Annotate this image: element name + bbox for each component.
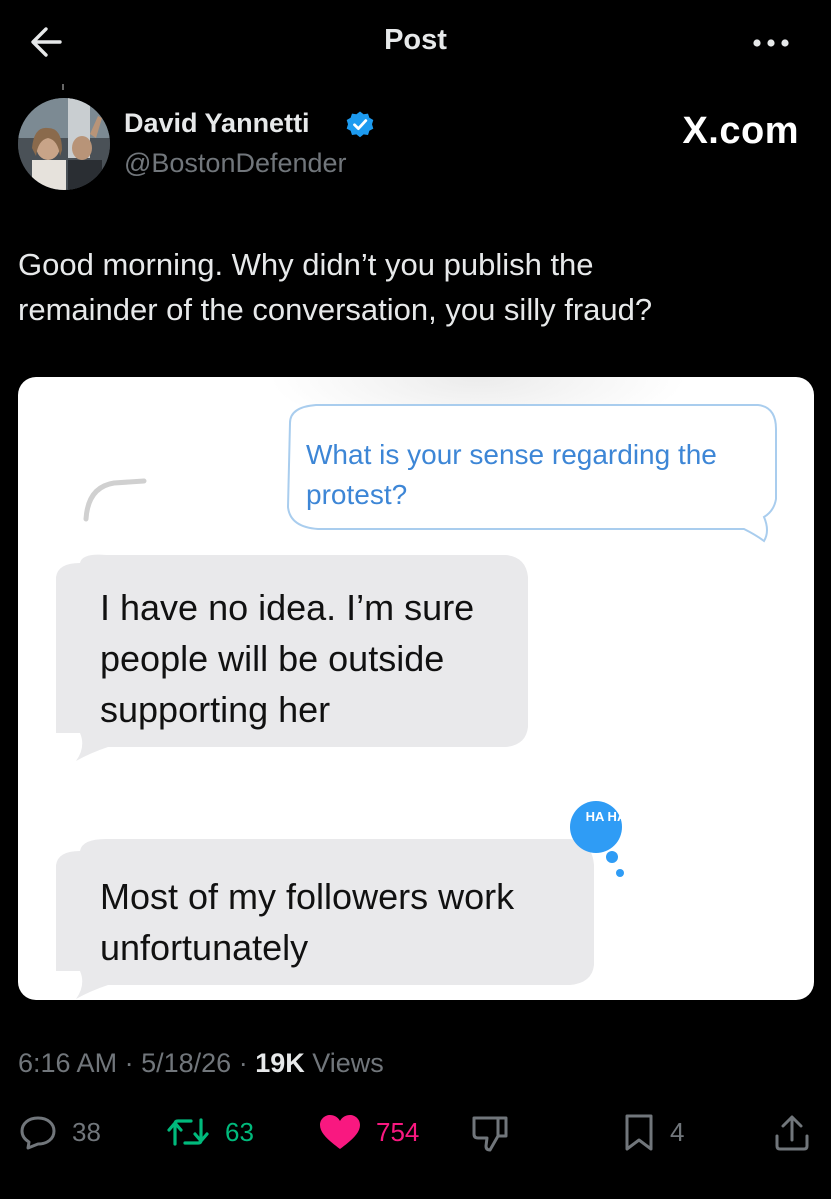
xcom-watermark: X.com [682, 110, 799, 152]
separator: · [238, 1048, 248, 1078]
haha-reaction-label: HA HA [585, 809, 627, 824]
retweet-button[interactable]: 63 [165, 1112, 254, 1152]
post-date: 5/18/26 [141, 1048, 232, 1078]
thread-dot [62, 84, 64, 90]
retweet-count: 63 [225, 1116, 254, 1147]
bubble-fragment [83, 478, 147, 522]
verified-badge-icon [346, 111, 374, 138]
bookmark-button[interactable]: 4 [622, 1112, 684, 1152]
thumbs-down-icon [472, 1116, 508, 1152]
views-count[interactable]: 19K [255, 1048, 305, 1078]
dislike-button[interactable] [470, 1112, 510, 1152]
reply-bubble-icon [20, 1116, 56, 1150]
separator: · [124, 1048, 134, 1078]
received-message-text: I have no idea. I’m sure people will be … [100, 587, 475, 730]
author-name[interactable]: David Yannetti [124, 108, 310, 139]
reply-button[interactable]: 38 [18, 1112, 101, 1152]
more-horizontal-icon [753, 39, 789, 47]
more-button[interactable] [748, 26, 794, 60]
share-icon [775, 1115, 809, 1151]
views-label[interactable]: Views [312, 1048, 384, 1078]
page-title: Post [384, 24, 447, 56]
reply-count: 38 [72, 1116, 101, 1147]
share-button[interactable] [772, 1112, 812, 1152]
post-metadata: 6:16 AM · 5/18/26 · 19K Views [18, 1048, 384, 1079]
avatar[interactable] [18, 98, 110, 190]
like-count: 754 [376, 1116, 420, 1147]
received-message-text: Most of my followers work unfortunately [100, 876, 515, 968]
attached-image[interactable]: What is your sense regarding the protest… [18, 377, 814, 1000]
post-time: 6:16 AM [18, 1048, 118, 1078]
sent-message-text: What is your sense regarding the protest… [306, 439, 717, 510]
avatar-photo [18, 98, 110, 190]
author-handle[interactable]: @BostonDefender [124, 148, 347, 179]
retweet-icon [167, 1118, 209, 1146]
like-button[interactable]: 754 [318, 1112, 419, 1152]
bookmark-icon [625, 1114, 653, 1151]
heart-icon [320, 1115, 360, 1149]
tweet-text: Good morning. Why didn’t you publish the… [18, 247, 653, 327]
bookmark-count: 4 [670, 1116, 685, 1147]
